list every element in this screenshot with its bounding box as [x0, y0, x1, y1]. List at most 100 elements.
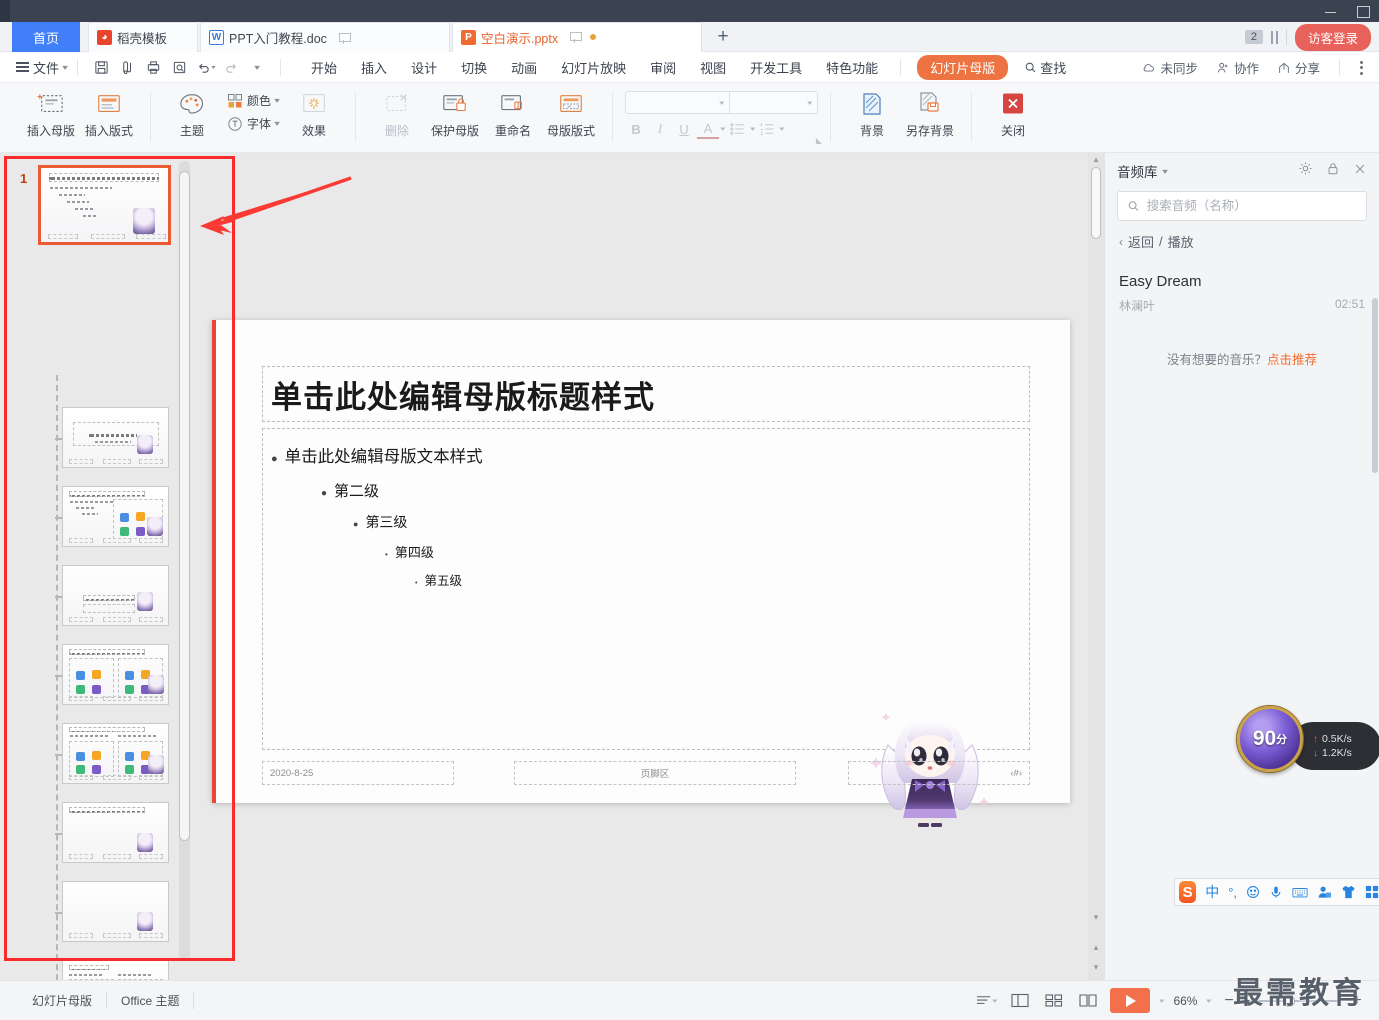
soft-keyboard-icon[interactable]	[1292, 886, 1308, 899]
chevron-down-icon[interactable]: ▾	[992, 997, 997, 1005]
tab-docer-template[interactable]: ◕ 稻壳模板	[88, 22, 198, 52]
status-theme-label[interactable]: Office 主题	[107, 992, 193, 1009]
title-placeholder[interactable]: 单击此处编辑母版标题样式	[262, 366, 1030, 422]
footer-date-placeholder[interactable]: 2020-8-25	[262, 761, 454, 785]
share-button[interactable]: 分享	[1268, 58, 1329, 77]
save-background-button[interactable]: 另存背景	[901, 83, 959, 147]
scroll-up-icon[interactable]: ▴	[1091, 155, 1101, 165]
slide-thumbnail-panel[interactable]: 1	[0, 153, 196, 980]
skin-shirt-icon[interactable]	[1341, 885, 1356, 899]
chevron-down-icon[interactable]: ▾	[1159, 997, 1164, 1005]
tab-home[interactable]: 首页	[12, 22, 80, 52]
thumbnail-layout-title-only[interactable]	[55, 802, 169, 863]
thumbnail-scrollbar-thumb[interactable]	[179, 171, 190, 841]
menu-tab-design[interactable]: 设计	[399, 54, 449, 81]
zoom-out-button[interactable]: −	[1221, 992, 1237, 1010]
fonts-button[interactable]: 字体 ▾	[221, 112, 285, 135]
audio-track-item[interactable]: Easy Dream 林澜叶 02:51	[1119, 273, 1365, 314]
outline-view-icon[interactable]: ▾	[974, 990, 998, 1012]
recommend-link[interactable]: 点击推荐	[1267, 353, 1317, 367]
sogou-logo-icon[interactable]: S	[1179, 881, 1197, 903]
score-orb[interactable]: 90 分	[1237, 706, 1303, 772]
previous-slide-icon[interactable]: ▴	[1091, 943, 1101, 953]
reading-view-icon[interactable]	[1076, 990, 1100, 1012]
slide-editor-canvas[interactable]: 单击此处编辑母版标题样式 ● 单击此处编辑母版文本样式 ● 第二级 ● 第三级	[196, 153, 1104, 980]
voice-input-icon[interactable]	[1269, 885, 1283, 899]
body-level-2[interactable]: ● 第二级	[321, 480, 1019, 501]
footer-slide-number-placeholder[interactable]: ‹#›	[848, 761, 1030, 785]
scroll-down-icon[interactable]: ▾	[1091, 913, 1101, 923]
thumbnail-layout-title-content[interactable]	[55, 486, 169, 547]
new-tab-button[interactable]: +	[712, 27, 734, 49]
next-slide-icon[interactable]: ▾	[1091, 963, 1101, 973]
emoji-icon[interactable]	[1246, 885, 1260, 899]
thumbnail-panel-scrollbar[interactable]	[179, 161, 190, 961]
master-layout-button[interactable]: 母版版式	[542, 83, 600, 147]
italic-button[interactable]: I	[649, 119, 671, 139]
insert-layout-button[interactable]: 插入版式	[80, 83, 138, 147]
undo-icon[interactable]: ▾	[192, 56, 218, 78]
close-master-view-button[interactable]: 关闭	[984, 83, 1042, 147]
punctuation-mode-icon[interactable]: °,	[1228, 885, 1237, 900]
chevron-down-icon[interactable]: ▾	[750, 125, 755, 133]
effects-button[interactable]: 效果	[285, 83, 343, 147]
zoom-level-value[interactable]: 66%	[1173, 994, 1197, 1008]
thumbnail-layout-two-content[interactable]	[55, 644, 169, 705]
font-name-select[interactable]: ▾	[625, 91, 731, 114]
background-button[interactable]: 背景	[843, 83, 901, 147]
body-level-3[interactable]: ● 第三级	[353, 512, 1019, 532]
bold-button[interactable]: B	[625, 119, 647, 139]
tab-ppt-tutorial-doc[interactable]: W PPT入门教程.doc	[200, 22, 450, 52]
sogou-ime-toolbar[interactable]: S 中 °,	[1174, 878, 1379, 906]
breadcrumb-back[interactable]: 返回	[1128, 232, 1154, 251]
input-mode-chinese-icon[interactable]: 中	[1205, 882, 1219, 902]
guest-login-button[interactable]: 访客登录	[1294, 23, 1371, 51]
more-options-icon[interactable]	[1350, 60, 1373, 75]
numbered-list-icon[interactable]	[756, 119, 778, 139]
thumbnail-layout-content-with-caption[interactable]	[62, 960, 169, 980]
thumbnail-layout-section-header[interactable]	[55, 565, 169, 626]
back-chevron-icon[interactable]: ‹	[1119, 235, 1123, 249]
maximize-button[interactable]	[1355, 4, 1371, 18]
minimize-button[interactable]	[1323, 4, 1339, 18]
insert-master-button[interactable]: 插入母版	[22, 83, 80, 147]
zoom-slider[interactable]	[1247, 994, 1339, 1008]
menu-tab-review[interactable]: 审阅	[638, 54, 688, 81]
thumbnail-layout-title-slide[interactable]	[55, 407, 169, 468]
toolbox-icon[interactable]	[1365, 885, 1379, 899]
find-menu-button[interactable]: 查找	[1014, 54, 1076, 81]
pin-tab-icon[interactable]	[337, 31, 351, 45]
menu-tab-slideshow[interactable]: 幻灯片放映	[549, 54, 638, 81]
menu-tab-transition[interactable]: 切换	[449, 54, 499, 81]
body-level-4[interactable]: • 第四级	[385, 542, 1019, 561]
chevron-down-icon[interactable]: ▾	[779, 125, 784, 133]
file-menu-button[interactable]: 文件 ▾	[16, 58, 68, 77]
pin-lock-icon[interactable]	[1326, 161, 1340, 181]
body-level-5[interactable]: • 第五级	[415, 570, 1019, 589]
tab-count-badge[interactable]: 2	[1244, 30, 1263, 44]
body-level-1[interactable]: ● 单击此处编辑母版文本样式	[271, 443, 1019, 467]
menu-tab-start[interactable]: 开始	[299, 54, 349, 81]
font-color-button[interactable]: A	[697, 119, 720, 139]
rename-button[interactable]: 重命名	[484, 83, 542, 147]
save-icon[interactable]	[88, 56, 114, 78]
find-icon[interactable]	[166, 56, 192, 78]
slide-master-editing-surface[interactable]: 单击此处编辑母版标题样式 ● 单击此处编辑母版文本样式 ● 第二级 ● 第三级	[212, 320, 1070, 827]
theme-button[interactable]: 主题	[163, 83, 221, 147]
task-pane-scrollbar-thumb[interactable]	[1372, 298, 1378, 473]
menu-tab-animation[interactable]: 动画	[499, 54, 549, 81]
status-view-label[interactable]: 幻灯片母版	[18, 992, 106, 1009]
colors-button[interactable]: 颜色 ▾	[221, 89, 285, 112]
tab-blank-presentation-pptx[interactable]: P 空白演示.pptx	[452, 22, 702, 52]
bulleted-list-icon[interactable]	[727, 119, 749, 139]
audio-search-box[interactable]	[1117, 191, 1367, 221]
sync-status-button[interactable]: 未同步	[1133, 58, 1207, 77]
tab-list-icon[interactable]	[1270, 30, 1278, 44]
chevron-down-icon[interactable]: ▾	[1207, 997, 1212, 1005]
zoom-slider-knob[interactable]	[1283, 994, 1295, 1007]
print-preview-icon[interactable]	[114, 56, 140, 78]
thumbnail-layout-comparison[interactable]	[55, 723, 169, 784]
protect-master-button[interactable]: 保护母版	[426, 83, 484, 147]
menu-tab-insert[interactable]: 插入	[349, 54, 399, 81]
menu-tab-slide-master[interactable]: 幻灯片母版	[917, 54, 1009, 80]
